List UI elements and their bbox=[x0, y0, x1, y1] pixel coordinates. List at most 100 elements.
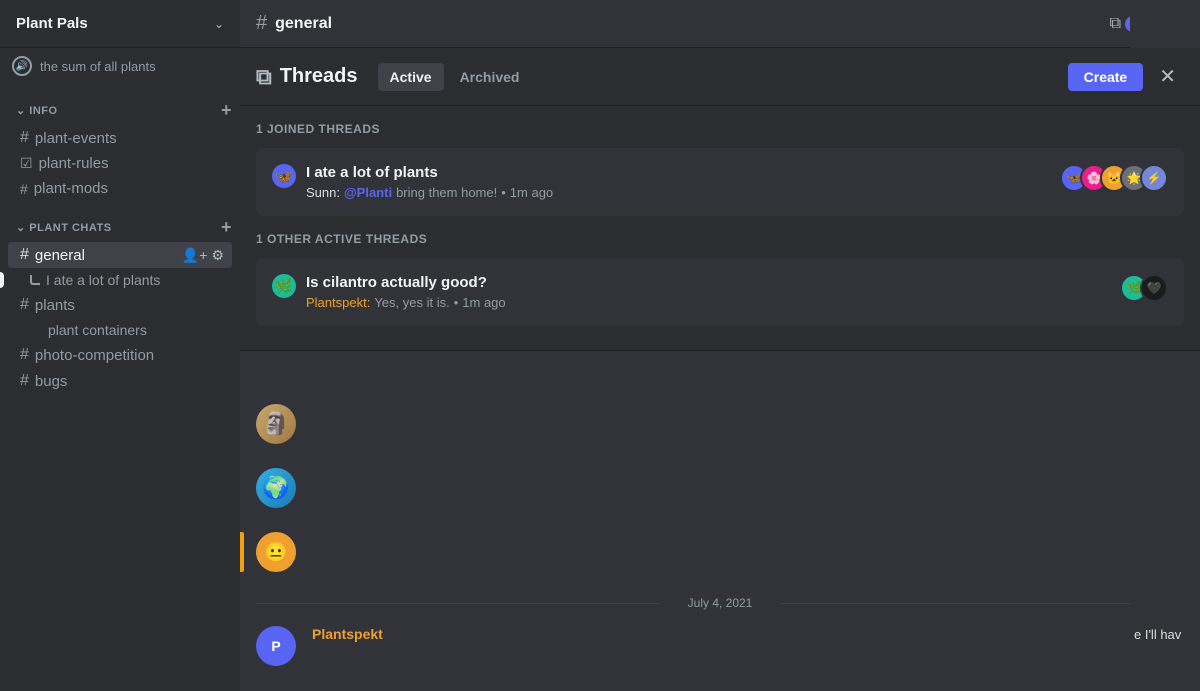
server-name: Plant Pals bbox=[16, 15, 88, 32]
dot-separator: • bbox=[454, 295, 459, 310]
thread-item-ate-plants[interactable]: 🦋 I ate a lot of plants Sunn: @Planti br… bbox=[256, 148, 1184, 216]
channel-name: plant-rules bbox=[39, 155, 224, 172]
message-content-3 bbox=[312, 532, 1184, 572]
avatar-globe: 🌍 bbox=[256, 468, 296, 508]
add-channel-icon[interactable]: + bbox=[221, 217, 232, 238]
close-panel-button[interactable]: ✕ bbox=[1151, 60, 1184, 93]
thread-preview-ate-plants: Sunn: @Planti bring them home! • 1m ago bbox=[306, 185, 1052, 200]
message-content-4: Plantspekt bbox=[312, 626, 1184, 666]
notification-icon[interactable]: 🔔 bbox=[1159, 11, 1184, 36]
threads-badge: 2 bbox=[1125, 16, 1143, 32]
thread-avatar-5: ⚡ bbox=[1140, 164, 1168, 192]
thread-item-header: 🦋 I ate a lot of plants Sunn: @Planti br… bbox=[272, 164, 1168, 200]
thread-time: 1m ago bbox=[510, 185, 553, 200]
channel-name: plants bbox=[35, 297, 224, 314]
thread-name-cilantro: Is cilantro actually good? bbox=[306, 274, 1112, 291]
threads-actions: Create ✕ bbox=[1068, 60, 1184, 93]
thread-mention: @Planti bbox=[344, 185, 392, 200]
channel-name: photo-competition bbox=[35, 347, 224, 364]
message-avatars-area: 🗿 🌍 😐 July 4, 2021 bbox=[256, 404, 1184, 666]
message-content-2 bbox=[312, 468, 1184, 508]
sidebar-item-thread-ate-plants[interactable]: I ate a lot of plants bbox=[8, 268, 232, 292]
thread-item-cilantro[interactable]: 🌿 Is cilantro actually good? Plantspekt:… bbox=[256, 258, 1184, 326]
thread-preview-text-cilantro: Yes, yes it is. bbox=[374, 295, 449, 310]
hash-alt-icon: # bbox=[20, 181, 28, 197]
thread-name-ate-plants: I ate a lot of plants bbox=[306, 164, 1052, 181]
other-threads-label: 1 OTHER ACTIVE THREADS bbox=[256, 232, 1184, 246]
thread-preview-text: bring them home! bbox=[396, 185, 497, 200]
channel-name: bugs bbox=[35, 373, 224, 390]
dot-separator: • bbox=[501, 185, 506, 200]
sidebar-item-photo-competition[interactable]: # photo-competition bbox=[8, 342, 232, 368]
channel-name: plant-mods bbox=[34, 180, 224, 197]
thread-avatars-cilantro: 🌿 🖤 bbox=[1120, 274, 1168, 302]
sidebar-item-general[interactable]: # general 👤+ ⚙ bbox=[8, 242, 232, 268]
avatar-plantspekt: P bbox=[256, 626, 296, 666]
hash-icon: # bbox=[20, 372, 29, 390]
main-content: # general ⧉ 2 🔔 ⧉ Threads Active Archive… bbox=[240, 0, 1200, 691]
threads-panel-label: Threads bbox=[280, 65, 358, 88]
section-header-plant-chats[interactable]: ⌄ PLANT CHATS + bbox=[0, 217, 240, 242]
sidebar-item-plant-rules[interactable]: ☑ plant-rules bbox=[8, 151, 232, 176]
server-header[interactable]: Plant Pals ⌄ bbox=[0, 0, 240, 48]
thread-item-info: 🌿 Is cilantro actually good? Plantspekt:… bbox=[272, 274, 1112, 310]
voice-channel[interactable]: 🔊 the sum of all plants bbox=[0, 48, 240, 84]
channel-name: general bbox=[35, 247, 176, 264]
hash-icon: # bbox=[20, 129, 29, 147]
threads-panel: ⧉ Threads Active Archived Create ✕ 1 JOI… bbox=[240, 48, 1200, 351]
thread-avatars-ate-plants: 🦋 🌸 🐱 🌟 ⚡ bbox=[1060, 164, 1168, 192]
threads-button[interactable]: ⧉ 2 bbox=[1110, 15, 1143, 33]
tab-archived[interactable]: Archived bbox=[448, 63, 532, 91]
settings-icon[interactable]: ⚙ bbox=[211, 247, 224, 264]
sidebar-item-plant-containers[interactable]: plant containers bbox=[8, 318, 232, 342]
message-group-4: P Plantspekt bbox=[256, 626, 1184, 666]
channel-header: # general ⧉ 2 🔔 bbox=[240, 0, 1200, 48]
message-group-3: 😐 bbox=[256, 532, 1184, 572]
sidebar-item-bugs[interactable]: # bugs bbox=[8, 368, 232, 394]
section-label-info: ⌄ INFO bbox=[16, 104, 58, 117]
thread-arrow-icon bbox=[30, 275, 40, 285]
message-group-3-wrapper: 😐 bbox=[256, 532, 1184, 572]
thread-item-body-cilantro: Is cilantro actually good? Plantspekt: Y… bbox=[306, 274, 1112, 310]
add-channel-icon[interactable]: + bbox=[221, 100, 232, 121]
header-actions: ⧉ 2 🔔 bbox=[1110, 11, 1184, 36]
section-label-plant-chats: ⌄ PLANT CHATS bbox=[16, 221, 112, 234]
sidebar-item-plant-mods[interactable]: # plant-mods bbox=[8, 176, 232, 201]
hash-icon: # bbox=[20, 246, 29, 264]
voice-channel-name: the sum of all plants bbox=[40, 59, 156, 74]
thread-author: Sunn: bbox=[306, 185, 340, 200]
message-group-2: 🌍 bbox=[256, 468, 1184, 508]
message-content bbox=[312, 404, 1184, 444]
thread-item-header: 🌿 Is cilantro actually good? Plantspekt:… bbox=[272, 274, 1168, 310]
thread-item-body: I ate a lot of plants Sunn: @Planti brin… bbox=[306, 164, 1052, 200]
joined-threads-label: 1 JOINED THREADS bbox=[256, 122, 1184, 136]
sidebar-item-plants[interactable]: # plants bbox=[8, 292, 232, 318]
left-border-indicator bbox=[240, 532, 244, 572]
sidebar-section-info: ⌄ INFO + # plant-events ☑ plant-rules # … bbox=[0, 100, 240, 201]
tab-active[interactable]: Active bbox=[378, 63, 444, 91]
section-header-info[interactable]: ⌄ INFO + bbox=[0, 100, 240, 125]
avatar-face: 😐 bbox=[256, 532, 296, 572]
chevron-down-icon: ⌄ bbox=[214, 17, 224, 31]
thread-time-cilantro: 1m ago bbox=[462, 295, 505, 310]
thread-avatar-c2: 🖤 bbox=[1140, 274, 1168, 302]
thread-preview-cilantro: Plantspekt: Yes, yes it is. • 1m ago bbox=[306, 295, 1112, 310]
check-icon: ☑ bbox=[20, 155, 33, 172]
active-indicator bbox=[0, 272, 4, 288]
threads-icon: ⧉ bbox=[1110, 15, 1121, 33]
sidebar-item-plant-events[interactable]: # plant-events bbox=[8, 125, 232, 151]
channel-actions: 👤+ ⚙ bbox=[182, 247, 224, 264]
threads-panel-header: ⧉ Threads Active Archived Create ✕ bbox=[240, 48, 1200, 106]
channel-name: plant containers bbox=[48, 322, 147, 338]
channel-title: general bbox=[275, 15, 332, 33]
thread-item-info: 🦋 I ate a lot of plants Sunn: @Planti br… bbox=[272, 164, 1052, 200]
message-group-1: 🗿 bbox=[256, 404, 1184, 444]
create-thread-button[interactable]: Create bbox=[1068, 63, 1144, 91]
date-separator: July 4, 2021 bbox=[256, 596, 1184, 610]
thread-item-icon-cilantro: 🌿 bbox=[272, 274, 296, 298]
thread-author-cilantro: Plantspekt: bbox=[306, 295, 370, 310]
add-member-icon[interactable]: 👤+ bbox=[182, 247, 208, 264]
threads-panel-icon: ⧉ bbox=[256, 64, 272, 90]
sidebar-content: 🔊 the sum of all plants ⌄ INFO + # plant… bbox=[0, 48, 240, 691]
message-author: Plantspekt bbox=[312, 626, 1184, 642]
